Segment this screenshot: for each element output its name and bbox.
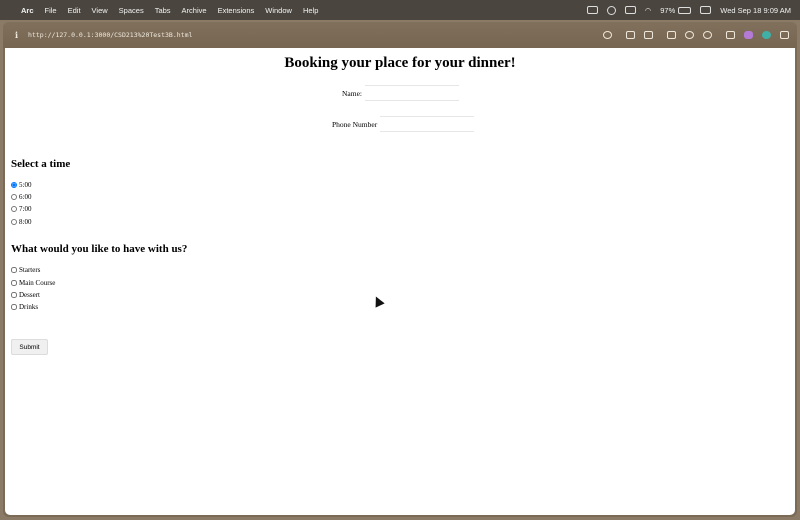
- time-radio-8[interactable]: [11, 219, 17, 225]
- menu-app-name[interactable]: Arc: [21, 6, 34, 15]
- bowtie-icon[interactable]: [586, 6, 598, 14]
- browser-toolbar: i http://127.0.0.1:3000/CSD213%20Test3B.…: [3, 22, 797, 48]
- food-option-main-course[interactable]: Main Course: [11, 279, 55, 287]
- time-radio-6[interactable]: [11, 194, 17, 200]
- battery-status[interactable]: 97%: [660, 5, 692, 15]
- url-bar[interactable]: http://127.0.0.1:3000/CSD213%20Test3B.ht…: [28, 31, 192, 39]
- menu-tabs[interactable]: Tabs: [155, 6, 171, 15]
- window-icon[interactable]: [667, 31, 676, 39]
- phone-input[interactable]: [380, 116, 475, 132]
- phone-row: Phone Number: [332, 116, 475, 132]
- page-title: Booking your place for your dinner!: [284, 55, 516, 71]
- macos-menu-bar: Arc File Edit View Spaces Tabs Archive E…: [0, 0, 800, 20]
- food-heading: What would you like to have with us?: [11, 243, 188, 255]
- menu-clock[interactable]: Wed Sep 18 9:09 AM: [720, 6, 791, 15]
- name-row: Name:: [342, 85, 459, 101]
- extension-teal-icon[interactable]: [762, 31, 771, 39]
- time-label: 6:00: [19, 193, 32, 201]
- browser-window: i http://127.0.0.1:3000/CSD213%20Test3B.…: [3, 22, 797, 517]
- food-option-dessert[interactable]: Dessert: [11, 291, 40, 299]
- menu-view[interactable]: View: [92, 6, 108, 15]
- link-icon[interactable]: [603, 31, 612, 39]
- menu-archive[interactable]: Archive: [182, 6, 207, 15]
- drinks-checkbox[interactable]: [11, 304, 17, 310]
- sidebar-toggle-icon[interactable]: [780, 31, 789, 39]
- food-label: Starters: [19, 266, 41, 274]
- food-option-drinks[interactable]: Drinks: [11, 303, 38, 311]
- wifi-icon[interactable]: ◠: [645, 6, 652, 15]
- page-content: Booking your place for your dinner! Name…: [5, 48, 795, 515]
- time-option-7[interactable]: 7:00: [11, 205, 31, 213]
- dessert-checkbox[interactable]: [11, 292, 17, 298]
- battery-percent: 97%: [660, 5, 676, 15]
- mouse-cursor-icon: [371, 294, 385, 308]
- food-label: Drinks: [19, 303, 39, 311]
- menu-edit[interactable]: Edit: [68, 6, 81, 15]
- food-option-starters[interactable]: Starters: [11, 266, 40, 274]
- target-icon[interactable]: [703, 31, 712, 39]
- name-label: Name:: [342, 88, 362, 98]
- palette-icon[interactable]: [685, 31, 694, 39]
- name-input[interactable]: [365, 85, 459, 101]
- menu-file[interactable]: File: [45, 6, 57, 15]
- site-info-icon[interactable]: i: [15, 30, 18, 40]
- time-radio-5[interactable]: [11, 182, 17, 188]
- timer-icon[interactable]: [606, 5, 616, 15]
- time-label: 5:00: [19, 181, 32, 189]
- time-label: 8:00: [19, 218, 32, 226]
- time-label: 7:00: [19, 205, 32, 213]
- time-option-6[interactable]: 6:00: [11, 193, 31, 201]
- menu-extensions[interactable]: Extensions: [218, 6, 255, 15]
- time-heading: Select a time: [11, 158, 71, 170]
- food-label: Main Course: [19, 279, 56, 287]
- extension-purple-icon[interactable]: [744, 31, 753, 39]
- main-course-checkbox[interactable]: [11, 280, 17, 286]
- control-center-icon[interactable]: [700, 6, 712, 14]
- submit-button[interactable]: Submit: [11, 339, 48, 355]
- camera-icon[interactable]: [644, 31, 653, 39]
- time-option-8[interactable]: 8:00: [11, 218, 31, 226]
- menu-spaces[interactable]: Spaces: [119, 6, 144, 15]
- menu-help[interactable]: Help: [303, 6, 318, 15]
- time-option-5[interactable]: 5:00: [11, 181, 31, 189]
- capture-icon[interactable]: [626, 31, 635, 39]
- time-radio-7[interactable]: [11, 206, 17, 212]
- starters-checkbox[interactable]: [11, 267, 17, 273]
- menu-window[interactable]: Window: [265, 6, 292, 15]
- phone-label: Phone Number: [332, 119, 378, 129]
- mouse-icon[interactable]: [624, 6, 636, 14]
- battery-icon: [678, 6, 692, 14]
- food-label: Dessert: [19, 291, 40, 299]
- dev-tools-icon[interactable]: [726, 31, 735, 39]
